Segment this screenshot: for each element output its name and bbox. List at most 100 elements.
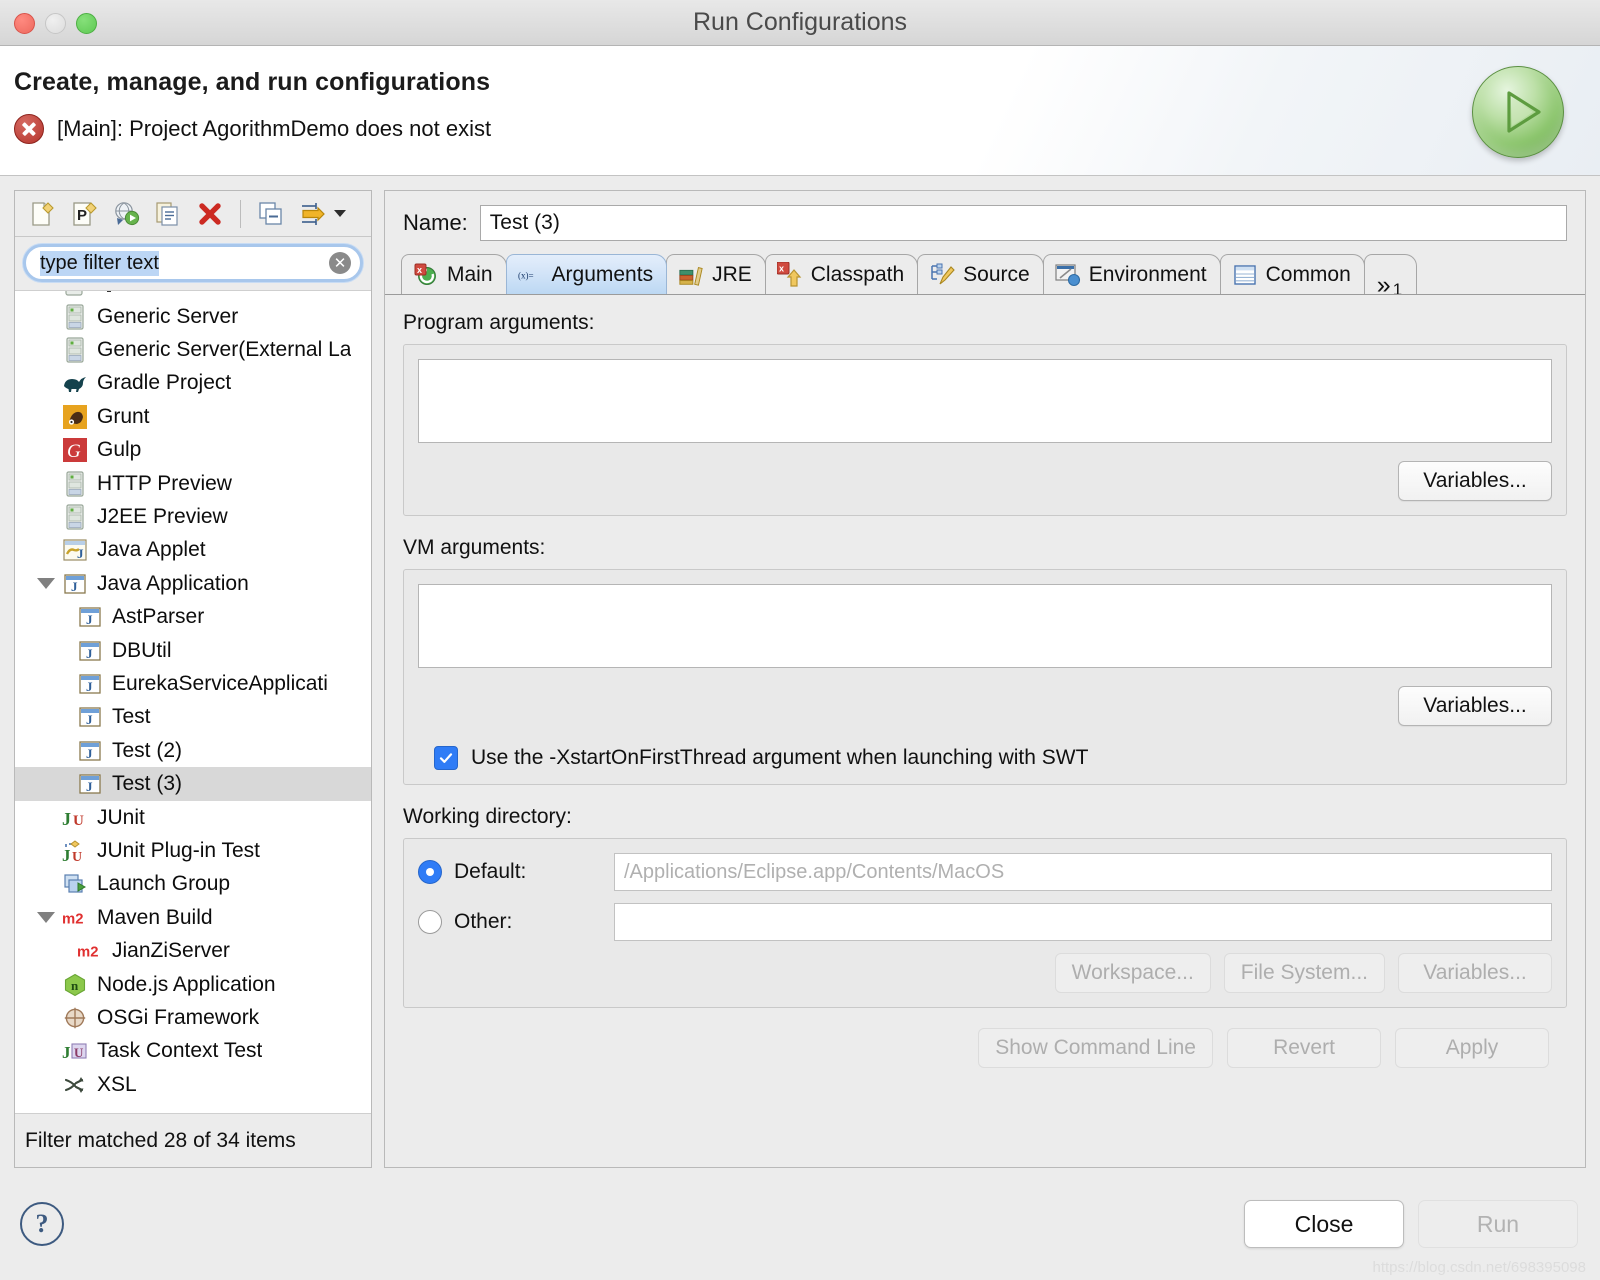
program-arguments-input[interactable] <box>418 359 1552 443</box>
tab-main[interactable]: x Main <box>401 254 507 294</box>
close-window-button[interactable] <box>14 12 35 34</box>
tree-item-java-applet[interactable]: J Java Applet <box>15 534 371 567</box>
filter-launch-configurations-icon[interactable] <box>294 197 332 231</box>
tree-item-label: Node.js Application <box>97 972 276 996</box>
help-question-icon[interactable]: ? <box>20 1202 64 1246</box>
swt-checkbox-row[interactable]: Use the -XstartOnFirstThread argument wh… <box>434 746 1552 770</box>
tree-item-grunt[interactable]: Grunt <box>15 400 371 433</box>
tree-item-gulp[interactable]: G Gulp <box>15 434 371 467</box>
twisty-expanded-icon[interactable] <box>37 912 55 924</box>
tree-item-junit[interactable]: J U JUnit <box>15 801 371 834</box>
java-application-icon: J <box>62 571 88 597</box>
tree-item-label: Generic Server <box>97 304 239 328</box>
maven-icon: m2 <box>62 905 88 931</box>
launch-group-icon <box>62 871 88 897</box>
task-context-test-icon: JU <box>62 1038 88 1064</box>
tab-environment[interactable]: Environment <box>1042 254 1221 294</box>
name-label: Name: <box>403 210 468 235</box>
main-launch-icon: x <box>413 262 439 288</box>
gulp-icon: G <box>62 437 88 463</box>
source-pencil-icon <box>929 262 955 288</box>
working-directory-other-input[interactable] <box>614 903 1552 941</box>
filter-menu-caret-icon[interactable] <box>334 210 346 217</box>
maximize-window-button[interactable] <box>76 12 97 34</box>
tree-item-generic-server[interactable]: Generic Server <box>15 300 371 333</box>
search-input[interactable]: type filter text <box>40 250 159 276</box>
delete-red-x-icon[interactable] <box>191 197 229 231</box>
tree-item-maven-build[interactable]: m2 Maven Build <box>15 901 371 934</box>
junit-icon: JU <box>62 805 88 831</box>
configurations-tree[interactable]: Generic Server Generic Server(External La… <box>15 290 371 1113</box>
tree-item-test-3[interactable]: J Test (3) <box>15 767 371 801</box>
java-application-icon: J <box>77 604 103 630</box>
tree-item-osgi-framework[interactable]: OSGi Framework <box>15 1001 371 1034</box>
tab-arguments[interactable]: (x)= Arguments <box>505 254 668 294</box>
duplicate-configuration-icon[interactable] <box>149 197 187 231</box>
filter-box[interactable]: type filter text ✕ <box>23 244 363 282</box>
svg-text:J: J <box>86 646 93 661</box>
tree-item-xsl[interactable]: XSL <box>15 1068 371 1101</box>
new-launch-configuration-icon[interactable] <box>23 197 61 231</box>
tree-item-launch-group[interactable]: Launch Group <box>15 868 371 901</box>
tree-item-label: Test <box>112 705 151 729</box>
working-directory-default-label: Default: <box>454 860 527 883</box>
java-application-icon: J <box>77 771 103 797</box>
apply-button: Apply <box>1395 1028 1549 1068</box>
run-play-icon <box>1472 66 1564 158</box>
xsl-icon <box>62 1072 88 1098</box>
tree-item-eurekaserviceapplicati[interactable]: J EurekaServiceApplicati <box>15 667 371 700</box>
collapse-all-icon[interactable] <box>252 197 290 231</box>
tree-item-astparser[interactable]: J AstParser <box>15 601 371 634</box>
tab-common[interactable]: Common <box>1219 254 1365 294</box>
configuration-editor-panel: Name: x Main (x)= Arguments JRE x Classpath Sou… <box>384 190 1586 1168</box>
window-title: Run Configurations <box>692 8 907 36</box>
minimize-window-button[interactable] <box>45 12 66 34</box>
name-input[interactable] <box>479 205 1567 241</box>
tab-overflow-button[interactable]: » 1 <box>1363 254 1418 295</box>
tab-label: Main <box>447 262 493 286</box>
working-directory-other-radio[interactable] <box>418 910 442 934</box>
tree-item-test-2[interactable]: J Test (2) <box>15 734 371 767</box>
program-arguments-variables-button[interactable]: Variables... <box>1398 461 1552 501</box>
tree-item-generic-server-external-la[interactable]: Generic Server(External La <box>15 333 371 366</box>
vm-arguments-button-row: Variables... <box>418 686 1552 726</box>
java-application-icon: J <box>77 638 103 664</box>
tree-item-task-context-test[interactable]: J U Task Context Test <box>15 1035 371 1068</box>
tree-item-test[interactable]: J Test <box>15 701 371 734</box>
revert-button: Revert <box>1227 1028 1381 1068</box>
close-button[interactable]: Close <box>1244 1200 1404 1248</box>
tree-item-dbutil[interactable]: J DBUtil <box>15 634 371 667</box>
tree-item-http-preview[interactable]: HTTP Preview <box>15 467 371 500</box>
svg-text:J: J <box>77 546 84 561</box>
tree-item-java-application[interactable]: J Java Application <box>15 567 371 600</box>
vm-arguments-variables-button[interactable]: Variables... <box>1398 686 1552 726</box>
tree-item-j2ee-preview[interactable]: J2EE Preview <box>15 500 371 533</box>
vm-arguments-input[interactable] <box>418 584 1552 668</box>
new-prototype-icon[interactable]: P <box>65 197 103 231</box>
dialog-footer: ? Close Run https://blog.csdn.net/698395… <box>0 1168 1600 1280</box>
tree-item-jianziserver[interactable]: m2 JianZiServer <box>15 934 371 967</box>
tree-item-label: Java Application <box>97 571 249 595</box>
server-icon <box>62 337 88 363</box>
svg-text:J: J <box>62 809 71 829</box>
twisty-expanded-icon[interactable] <box>37 578 55 590</box>
working-directory-other-label: Other: <box>454 910 513 933</box>
export-launch-configuration-icon[interactable] <box>107 197 145 231</box>
working-directory-default-input <box>614 853 1552 891</box>
clear-filter-icon[interactable]: ✕ <box>329 252 351 274</box>
tree-toolbar: P <box>15 191 371 237</box>
tree-item-label: OSGi Framework <box>97 1005 260 1029</box>
svg-text:(x)=: (x)= <box>518 270 534 280</box>
tree-item-node-js-application[interactable]: n Node.js Application <box>15 968 371 1001</box>
tree-item-junit-plug-in-test[interactable]: J U JUnit Plug-in Test <box>15 834 371 867</box>
chevron-double-right-icon: » <box>1376 271 1391 295</box>
working-directory-default-radio[interactable] <box>418 860 442 884</box>
tab-classpath[interactable]: x Classpath <box>764 254 919 294</box>
gradle-elephant-icon <box>62 370 88 396</box>
tree-item-label: HTTP Preview <box>97 471 232 495</box>
tab-jre[interactable]: JRE <box>666 254 766 294</box>
swt-checkbox[interactable] <box>434 746 458 770</box>
tree-item-gradle-project[interactable]: Gradle Project <box>15 367 371 400</box>
tab-source[interactable]: Source <box>917 254 1044 294</box>
svg-text:U: U <box>72 850 82 864</box>
